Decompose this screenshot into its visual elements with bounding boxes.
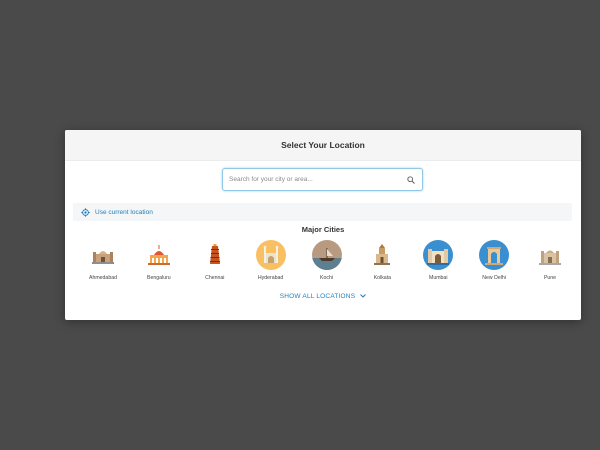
city-mumbai[interactable]: Mumbai bbox=[415, 240, 461, 281]
major-cities-title: Major Cities bbox=[301, 225, 345, 234]
city-pune[interactable]: Pune bbox=[527, 240, 573, 281]
hyderabad-charminar-icon bbox=[255, 240, 286, 270]
city-label: Mumbai bbox=[429, 275, 448, 281]
city-label: New Delhi bbox=[482, 275, 506, 281]
city-label: Ahmedabad bbox=[89, 275, 117, 281]
city-label: Bengaluru bbox=[147, 275, 171, 281]
location-modal: Select Your Location Use current locatio… bbox=[65, 130, 581, 320]
show-all-locations-link[interactable]: SHOW ALL LOCATIONS bbox=[65, 293, 581, 300]
bengaluru-palace-icon bbox=[143, 240, 174, 270]
delhi-india-gate-icon bbox=[479, 240, 510, 270]
ahmedabad-monument-icon bbox=[88, 240, 118, 270]
city-label: Chennai bbox=[205, 275, 225, 281]
city-hyderabad[interactable]: Hyderabad bbox=[248, 240, 294, 281]
city-kochi[interactable]: Kochi bbox=[304, 240, 350, 281]
chevron-down-icon bbox=[360, 293, 367, 300]
city-kolkata[interactable]: Kolkata bbox=[359, 240, 405, 281]
use-current-location-button[interactable]: Use current location bbox=[73, 203, 572, 221]
kochi-boat-icon bbox=[311, 240, 342, 270]
search-box[interactable] bbox=[222, 168, 423, 191]
city-new-delhi[interactable]: New Delhi bbox=[471, 240, 517, 281]
major-cities-list: Ahmedabad Bengaluru Chennai Hyderabad Ko… bbox=[80, 240, 573, 281]
modal-header: Select Your Location bbox=[65, 130, 581, 161]
city-label: Pune bbox=[543, 275, 557, 281]
crosshair-target-icon bbox=[81, 207, 90, 217]
mumbai-gateway-icon bbox=[423, 240, 454, 270]
city-label: Kochi bbox=[320, 275, 333, 281]
kolkata-monument-icon bbox=[367, 240, 398, 270]
search-icon[interactable] bbox=[406, 175, 416, 185]
city-ahmedabad[interactable]: Ahmedabad bbox=[80, 240, 126, 281]
current-location-label: Use current location bbox=[95, 208, 153, 216]
show-all-label: SHOW ALL LOCATIONS bbox=[279, 293, 356, 301]
modal-title: Select Your Location bbox=[281, 140, 365, 150]
pune-fort-icon bbox=[535, 240, 565, 270]
search-input[interactable] bbox=[223, 169, 406, 190]
city-chennai[interactable]: Chennai bbox=[192, 240, 238, 281]
city-label: Hyderabad bbox=[257, 275, 284, 281]
city-label: Kolkata bbox=[373, 275, 392, 281]
chennai-temple-icon bbox=[199, 240, 230, 270]
city-bengaluru[interactable]: Bengaluru bbox=[136, 240, 182, 281]
